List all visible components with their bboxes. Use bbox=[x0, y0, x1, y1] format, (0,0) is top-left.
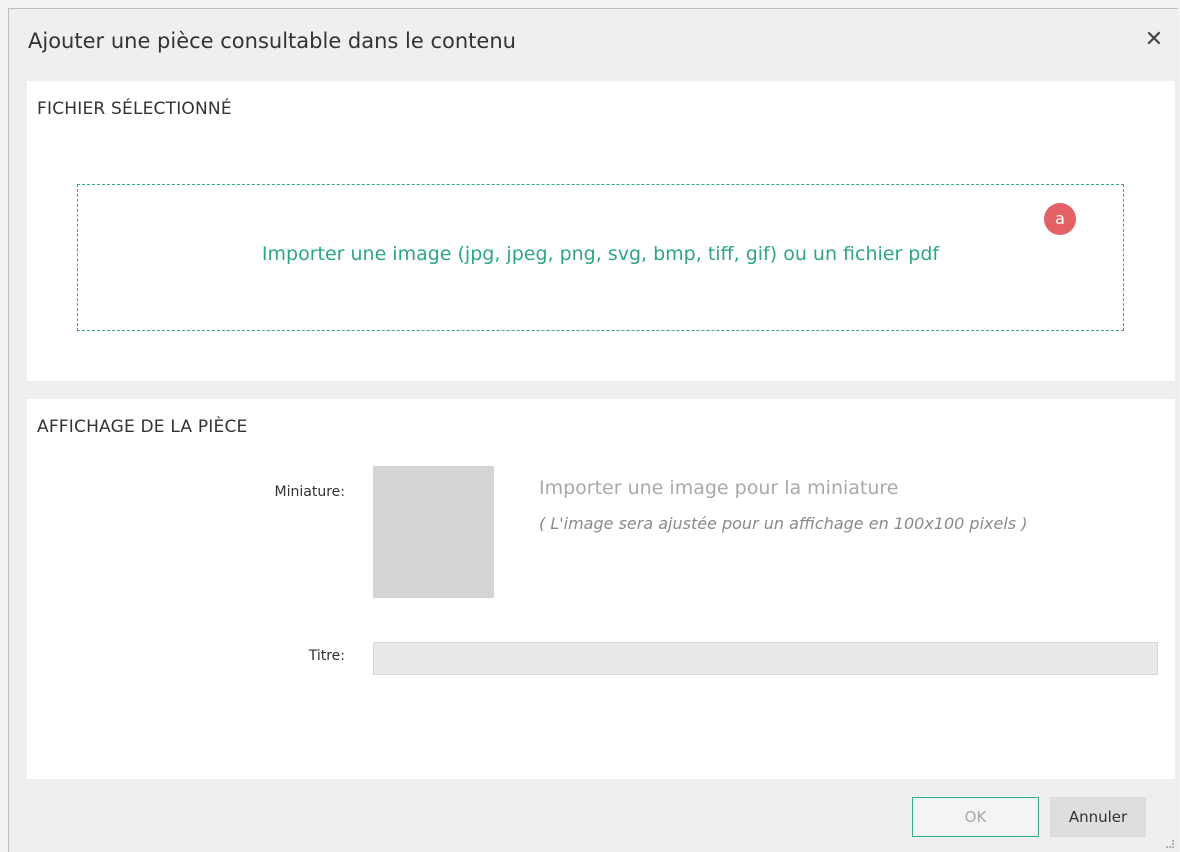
cancel-button[interactable]: Annuler bbox=[1050, 797, 1146, 837]
close-icon[interactable]: ✕ bbox=[1141, 25, 1167, 55]
thumbnail-import-link[interactable]: Importer une image pour la miniature bbox=[539, 477, 899, 499]
title-input[interactable] bbox=[373, 642, 1158, 675]
dialog-title: Ajouter une pièce consultable dans le co… bbox=[28, 29, 516, 53]
dialog: Ajouter une pièce consultable dans le co… bbox=[8, 8, 1178, 852]
thumbnail-label: Miniature: bbox=[274, 484, 345, 500]
annotation-badge: a bbox=[1044, 203, 1076, 235]
thumbnail-size-hint: ( L'image sera ajustée pour un affichage… bbox=[539, 514, 1028, 533]
selected-file-heading: FICHIER SÉLECTIONNÉ bbox=[37, 99, 232, 119]
resize-grip-icon[interactable] bbox=[1166, 840, 1174, 848]
piece-display-heading: AFFICHAGE DE LA PIÈCE bbox=[37, 417, 248, 437]
thumbnail-placeholder[interactable] bbox=[373, 466, 494, 598]
title-label: Titre: bbox=[308, 648, 345, 664]
piece-display-panel: AFFICHAGE DE LA PIÈCE Miniature: Importe… bbox=[27, 399, 1175, 779]
ok-button[interactable]: OK bbox=[912, 797, 1039, 837]
selected-file-panel: FICHIER SÉLECTIONNÉ Importer une image (… bbox=[27, 81, 1175, 381]
dialog-titlebar: Ajouter une pièce consultable dans le co… bbox=[9, 9, 1179, 77]
dropzone-text: Importer une image (jpg, jpeg, png, svg,… bbox=[261, 243, 940, 265]
file-dropzone[interactable]: Importer une image (jpg, jpeg, png, svg,… bbox=[77, 184, 1124, 331]
